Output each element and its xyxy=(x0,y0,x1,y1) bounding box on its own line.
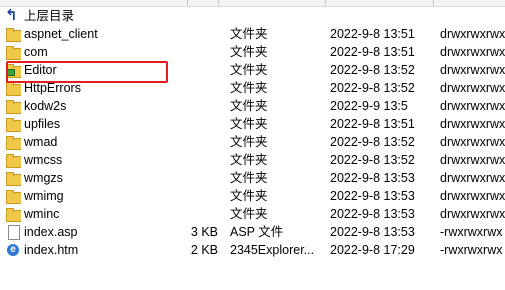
file-permissions: drwxrwxrwx xyxy=(440,171,505,185)
file-type: 文件夹 xyxy=(230,117,268,131)
file-row[interactable]: aspnet_client 文件夹 2022-9-8 13:51 drwxrwxrwx xyxy=(0,25,505,43)
file-permissions: drwxrwxrwx xyxy=(440,45,505,59)
file-size xyxy=(150,43,218,61)
file-type: ASP 文件 xyxy=(230,225,284,239)
file-row[interactable]: wmgzs 文件夹 2022-9-8 13:53 drwxrwxrwx xyxy=(0,169,505,187)
file-row[interactable]: e index.htm 2 KB 2345Explorer... 2022-9-8 17… xyxy=(0,241,505,259)
file-row[interactable]: wmimg 文件夹 2022-9-8 13:53 drwxrwxrwx xyxy=(0,187,505,205)
file-row[interactable]: com 文件夹 2022-9-8 13:51 drwxrwxrwx xyxy=(0,43,505,61)
file-size: 3 KB xyxy=(190,225,218,239)
file-row[interactable]: wmad 文件夹 2022-9-8 13:52 drwxrwxrwx xyxy=(0,133,505,151)
file-type: 文件夹 xyxy=(230,135,268,149)
file-type: 文件夹 xyxy=(230,153,268,167)
column-divider[interactable] xyxy=(325,0,326,6)
file-date: 2022-9-8 13:51 xyxy=(330,117,415,131)
file-icon xyxy=(5,223,21,241)
file-type: 文件夹 xyxy=(230,207,268,221)
file-permissions: drwxrwxrwx xyxy=(440,117,505,131)
folder-icon xyxy=(5,97,21,115)
file-size xyxy=(150,97,218,115)
folder-icon xyxy=(5,187,21,205)
file-permissions: drwxrwxrwx xyxy=(440,27,505,41)
folder-icon xyxy=(5,25,21,43)
column-divider[interactable] xyxy=(187,0,188,6)
column-header-strip[interactable] xyxy=(0,0,505,7)
file-size xyxy=(150,151,218,169)
column-divider[interactable] xyxy=(433,0,434,6)
file-permissions: drwxrwxrwx xyxy=(440,153,505,167)
folder-icon xyxy=(5,133,21,151)
file-row[interactable]: wmcss 文件夹 2022-9-8 13:52 drwxrwxrwx xyxy=(0,151,505,169)
ie-file-icon: e xyxy=(5,241,21,259)
file-size xyxy=(150,25,218,43)
file-type: 2345Explorer... xyxy=(230,243,315,257)
file-date: 2022-9-8 13:52 xyxy=(330,81,415,95)
file-date: 2022-9-8 13:51 xyxy=(330,45,415,59)
file-size xyxy=(150,187,218,205)
file-size xyxy=(150,205,218,223)
parent-dir-icon: ↰ xyxy=(5,7,18,24)
file-permissions: -rwxrwxrwx xyxy=(440,243,503,257)
file-date: 2022-9-8 13:52 xyxy=(330,135,415,149)
file-type: 文件夹 xyxy=(230,99,268,113)
file-date: 2022-9-8 13:53 xyxy=(330,189,415,203)
parent-dir-label: 上层目录 xyxy=(24,9,75,23)
folder-icon xyxy=(5,43,21,61)
column-divider[interactable] xyxy=(218,0,219,6)
file-type: 文件夹 xyxy=(230,45,268,59)
file-row[interactable]: upfiles 文件夹 2022-9-8 13:51 drwxrwxrwx xyxy=(0,115,505,133)
file-type: 文件夹 xyxy=(230,27,268,41)
file-date: 2022-9-8 13:51 xyxy=(330,27,415,41)
file-date: 2022-9-8 17:29 xyxy=(330,243,415,257)
file-date: 2022-9-8 13:53 xyxy=(330,225,415,239)
folder-icon xyxy=(5,151,21,169)
file-row[interactable]: kodw2s 文件夹 2022-9-9 13:5 drwxrwxrwx xyxy=(0,97,505,115)
file-size xyxy=(150,169,218,187)
file-date: 2022-9-8 13:52 xyxy=(330,153,415,167)
file-size: 2 KB xyxy=(190,243,218,257)
file-row[interactable]: index.asp 3 KB ASP 文件 2022-9-8 13:53 -rwxrwx… xyxy=(0,223,505,241)
file-date: 2022-9-9 13:5 xyxy=(330,99,408,113)
folder-icon xyxy=(5,115,21,133)
file-type: 文件夹 xyxy=(230,63,268,77)
file-permissions: drwxrwxrwx xyxy=(440,189,505,203)
folder-icon xyxy=(5,205,21,223)
highlight-box xyxy=(6,61,168,83)
file-size xyxy=(150,115,218,133)
file-permissions: drwxrwxrwx xyxy=(440,135,505,149)
file-permissions: drwxrwxrwx xyxy=(440,99,505,113)
file-permissions: drwxrwxrwx xyxy=(440,81,505,95)
file-size xyxy=(150,133,218,151)
file-date: 2022-9-8 13:52 xyxy=(330,63,415,77)
file-type: 文件夹 xyxy=(230,81,268,95)
file-type: 文件夹 xyxy=(230,189,268,203)
file-date: 2022-9-8 13:53 xyxy=(330,171,415,185)
file-row[interactable]: wminc 文件夹 2022-9-8 13:53 drwxrwxrwx xyxy=(0,205,505,223)
file-date: 2022-9-8 13:53 xyxy=(330,207,415,221)
file-type: 文件夹 xyxy=(230,171,268,185)
parent-dir-row[interactable]: ↰ 上层目录 xyxy=(0,7,505,25)
file-permissions: -rwxrwxrwx xyxy=(440,225,503,239)
file-permissions: drwxrwxrwx xyxy=(440,63,505,77)
file-permissions: drwxrwxrwx xyxy=(440,207,505,221)
folder-icon xyxy=(5,169,21,187)
